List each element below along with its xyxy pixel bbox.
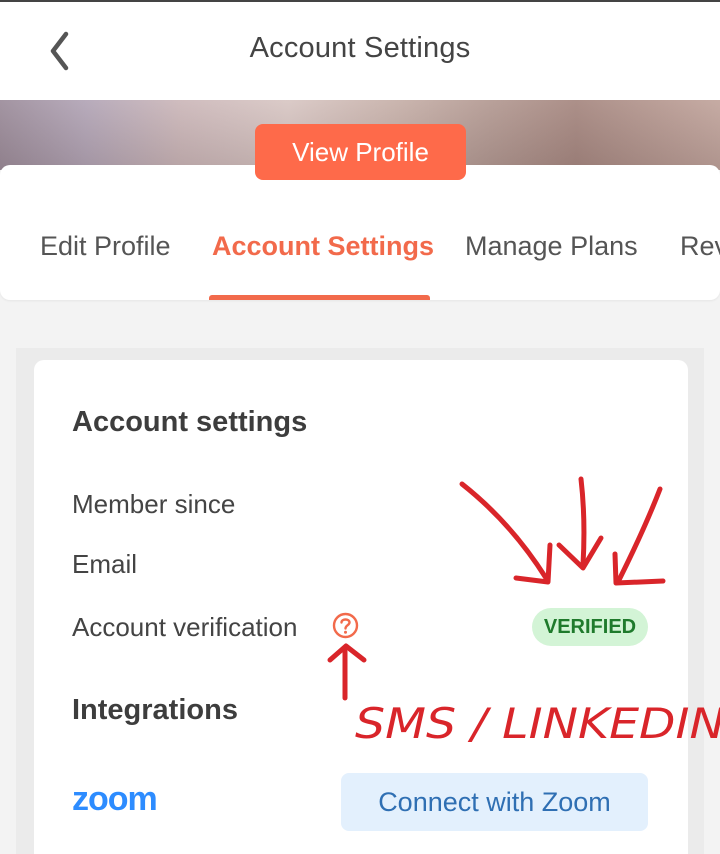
question-circle-icon[interactable] [332, 612, 359, 639]
top-app-bar: Account Settings [0, 0, 720, 100]
verified-status-badge: VERIFIED [532, 608, 648, 646]
view-profile-button[interactable]: View Profile [255, 124, 466, 180]
page-title: Account Settings [249, 32, 471, 64]
account-settings-heading: Account settings [72, 406, 308, 438]
profile-tabs: Edit Profile Account Settings Manage Pla… [0, 165, 720, 300]
active-tab-indicator [209, 295, 430, 300]
account-verification-label: Account verification [72, 612, 298, 642]
tab-manage-plans[interactable]: Manage Plans [465, 231, 638, 262]
connect-with-zoom-button[interactable]: Connect with Zoom [341, 773, 648, 831]
integrations-heading: Integrations [72, 694, 238, 726]
tab-edit-profile[interactable]: Edit Profile [40, 231, 171, 262]
email-label: Email [72, 549, 138, 579]
zoom-logo: zoom [72, 780, 158, 818]
member-since-label: Member since [72, 489, 236, 519]
tab-account-settings[interactable]: Account Settings [212, 231, 434, 262]
tab-reviews[interactable]: Rev [680, 231, 720, 262]
